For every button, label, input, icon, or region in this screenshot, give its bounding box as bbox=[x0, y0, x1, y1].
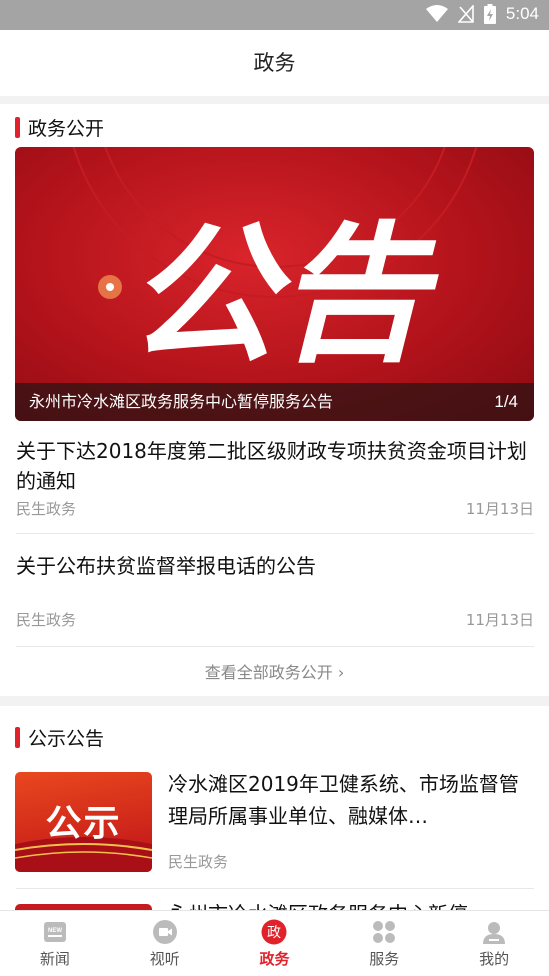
thumb-text: 公示 bbox=[45, 803, 122, 844]
page-header: 政务 bbox=[0, 30, 549, 96]
battery-charging-icon bbox=[483, 4, 496, 24]
tab-label: 视听 bbox=[149, 950, 180, 968]
news-title: 关于下达2018年度第二批区级财政专项扶贫资金项目计划的通知 bbox=[16, 439, 527, 493]
news-source: 民生政务 bbox=[16, 500, 77, 518]
banner-carousel[interactable]: 公告 永州市冷水滩区政务服务中心暂停服务公告 1/4 bbox=[15, 147, 534, 421]
section-title: 公示公告 bbox=[28, 728, 105, 750]
section-accent-bar bbox=[15, 117, 20, 138]
news-item[interactable]: 关于下达2018年度第二批区级财政专项扶贫资金项目计划的通知 民生政务 11月1… bbox=[16, 436, 534, 518]
news-date: 11月13日 bbox=[465, 500, 534, 518]
section-header: 政务公开 bbox=[15, 114, 104, 141]
view-all-link[interactable]: 查看全部政务公开 › bbox=[0, 659, 549, 683]
article-thumbnail[interactable]: 公示 bbox=[15, 772, 152, 872]
status-time: 5:04 bbox=[505, 4, 539, 23]
news-icon: NEW bbox=[43, 922, 66, 942]
announcement-graphic: 公告 bbox=[72, 147, 478, 383]
profile-icon bbox=[483, 922, 506, 944]
page-title: 政务 bbox=[253, 51, 296, 75]
news-title: 关于公布扶贫监督举报电话的公告 bbox=[16, 554, 316, 578]
status-bar: 5:04 bbox=[0, 0, 549, 30]
gov-open-section: 政务公开 公告 永州市冷水滩区政务服务中心暂停服务公告 1/4 关于下达2018… bbox=[0, 104, 549, 696]
tab-label: 我的 bbox=[479, 950, 510, 968]
section-header: 公示公告 bbox=[15, 724, 104, 751]
no-signal-icon bbox=[457, 5, 474, 23]
tab-services[interactable]: 服务 bbox=[329, 911, 439, 976]
article-title[interactable]: 永州市冷水滩区政务服务中心新停 bbox=[168, 898, 528, 910]
tab-label: 服务 bbox=[369, 950, 400, 968]
news-date: 11月13日 bbox=[465, 611, 534, 629]
news-meta: 民生政务 11月13日 bbox=[16, 498, 534, 519]
tab-profile[interactable]: 我的 bbox=[439, 911, 549, 976]
article-source: 民生政务 bbox=[168, 853, 229, 871]
grid-icon bbox=[373, 921, 396, 943]
divider bbox=[16, 888, 534, 889]
banner-caption: 永州市冷水滩区政务服务中心暂停服务公告 bbox=[15, 383, 534, 421]
public-notice-section: 公示公告 公示 冷水滩区2019年卫健系统、市场监督管理局所属事业单位、融媒体…… bbox=[0, 706, 549, 910]
section-accent-bar bbox=[15, 727, 20, 748]
video-icon bbox=[152, 920, 177, 944]
section-title: 政务公开 bbox=[28, 118, 105, 140]
banner-big-text: 公告 bbox=[127, 209, 439, 383]
tab-video[interactable]: 视听 bbox=[110, 911, 220, 976]
bottom-tab-bar: NEW 新闻 视听 政 政务 服务 我的 bbox=[0, 910, 549, 976]
news-meta: 民生政务 11月13日 bbox=[16, 609, 534, 630]
divider bbox=[16, 646, 534, 647]
wifi-icon bbox=[425, 5, 448, 22]
government-icon: 政 bbox=[261, 919, 287, 945]
news-source: 民生政务 bbox=[16, 611, 77, 629]
svg-text:政: 政 bbox=[267, 925, 281, 941]
tab-government[interactable]: 政 政务 bbox=[220, 911, 330, 976]
tab-label: 政务 bbox=[259, 950, 290, 968]
tab-label: 新闻 bbox=[39, 950, 70, 968]
tab-news[interactable]: NEW 新闻 bbox=[0, 911, 110, 976]
svg-text:NEW: NEW bbox=[48, 928, 62, 934]
banner-counter: 1/4 bbox=[494, 392, 518, 411]
divider bbox=[16, 533, 534, 534]
news-item[interactable]: 关于公布扶贫监督举报电话的公告 民生政务 11月13日 bbox=[16, 551, 534, 629]
article-title[interactable]: 冷水滩区2019年卫健系统、市场监督管理局所属事业单位、融媒体… bbox=[168, 768, 528, 832]
